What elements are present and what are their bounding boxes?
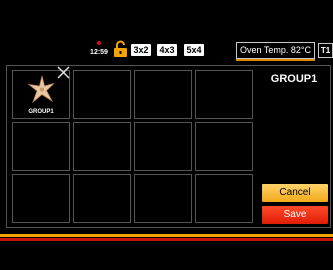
empty-cell[interactable] bbox=[134, 174, 192, 223]
empty-cell[interactable] bbox=[195, 122, 253, 171]
group-cell-label: GROUP1 bbox=[28, 109, 54, 115]
cancel-button[interactable]: Cancel bbox=[262, 184, 328, 202]
accent-bar-yellow bbox=[0, 234, 333, 237]
clock-text: 12:59 bbox=[90, 49, 108, 56]
empty-cell[interactable] bbox=[73, 174, 131, 223]
oven-temperature: Oven Temp. 82°C bbox=[236, 42, 315, 59]
empty-cell[interactable] bbox=[73, 122, 131, 171]
empty-cell[interactable] bbox=[73, 70, 131, 119]
empty-cell[interactable] bbox=[134, 70, 192, 119]
group-title: GROUP1 bbox=[270, 73, 318, 85]
save-button[interactable]: Save bbox=[262, 206, 328, 224]
starfish-icon bbox=[28, 75, 55, 104]
unlock-icon[interactable] bbox=[113, 40, 128, 58]
oven-temperature-underline bbox=[236, 59, 315, 61]
layout-5x4-button[interactable]: 5x4 bbox=[184, 44, 204, 56]
empty-cell[interactable] bbox=[12, 174, 70, 223]
empty-cell[interactable] bbox=[195, 70, 253, 119]
empty-cell[interactable] bbox=[12, 122, 70, 171]
layout-3x2-button[interactable]: 3x2 bbox=[131, 44, 151, 56]
empty-cell[interactable] bbox=[134, 122, 192, 171]
screen: 12:59 3x2 4x3 5x4 Oven Temp. 82°C T1 GRO… bbox=[0, 0, 333, 270]
empty-cell[interactable] bbox=[195, 174, 253, 223]
accent-bar-red bbox=[0, 238, 333, 241]
tray-badge: T1 bbox=[318, 43, 333, 58]
group-grid: GROUP1 bbox=[12, 70, 253, 226]
layout-4x3-button[interactable]: 4x3 bbox=[157, 44, 177, 56]
close-icon[interactable] bbox=[57, 66, 70, 79]
clock-indicator-dot bbox=[97, 41, 101, 45]
